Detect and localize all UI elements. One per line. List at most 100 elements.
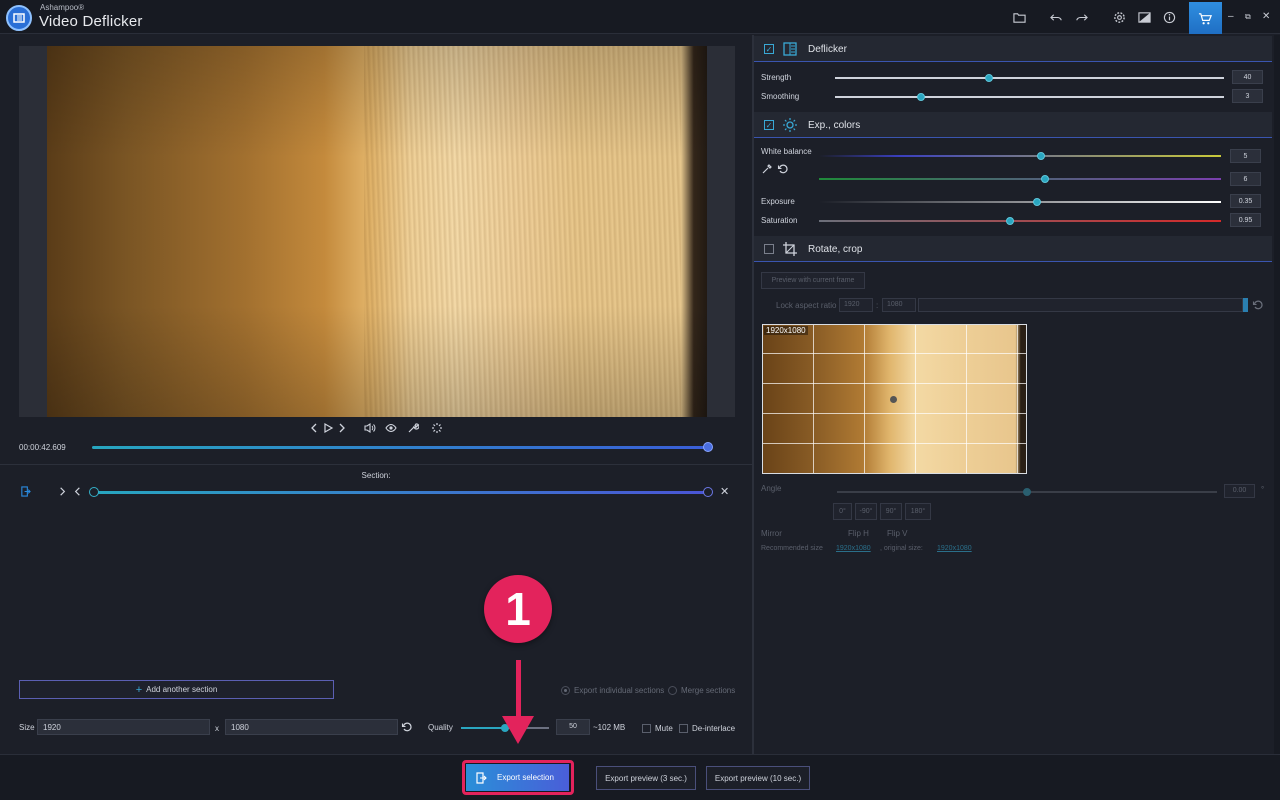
section-end-handle[interactable] — [703, 487, 713, 497]
prev-frame-icon[interactable] — [307, 421, 321, 435]
export-section-icon[interactable] — [19, 485, 31, 497]
minimize-icon[interactable]: – — [1228, 11, 1234, 22]
close-icon[interactable]: ✕ — [1262, 11, 1270, 22]
section-range-slider[interactable] — [89, 487, 713, 497]
angle-90-button[interactable]: 90° — [880, 503, 902, 520]
eye-icon[interactable] — [384, 421, 398, 435]
angle-label: Angle — [761, 484, 782, 493]
deflicker-icon — [782, 41, 798, 57]
reset-crop-icon[interactable] — [1251, 298, 1265, 312]
mute-label: Mute — [655, 724, 673, 733]
redo-icon[interactable] — [1073, 9, 1089, 25]
deflicker-header[interactable]: ✓ Deflicker — [754, 36, 1272, 62]
timeline-handle[interactable] — [703, 442, 713, 452]
video-frame — [47, 46, 707, 417]
settings-pane: ✓ Deflicker Strength 40 Smoothing 3 ✓ Ex… — [754, 35, 1274, 754]
recommended-size-link[interactable]: 1920x1080 — [836, 545, 871, 552]
aspect-width-input[interactable]: 1920 — [839, 298, 873, 312]
angle-0-button[interactable]: 0° — [833, 503, 852, 520]
rotate-header[interactable]: Rotate, crop — [754, 236, 1272, 262]
strength-slider[interactable] — [835, 74, 1224, 82]
size-label: Size — [19, 723, 35, 732]
set-end-icon[interactable] — [71, 485, 83, 497]
height-input[interactable]: 1080 — [225, 719, 398, 735]
merge-sections-radio[interactable] — [668, 686, 677, 695]
white-balance-tint-slider[interactable] — [819, 175, 1221, 183]
eyedropper-icon[interactable] — [760, 162, 774, 176]
exposure-slider[interactable] — [819, 198, 1221, 206]
wrench-icon[interactable] — [406, 421, 420, 435]
play-icon[interactable] — [321, 421, 335, 435]
saturation-handle[interactable] — [1006, 217, 1014, 225]
sun-icon — [782, 117, 798, 133]
wb-temp-value[interactable]: 5 — [1230, 149, 1261, 163]
add-section-label: Add another section — [146, 685, 218, 694]
aspect-preset-select[interactable] — [918, 298, 1243, 312]
info-icon[interactable] — [1161, 9, 1177, 25]
angle-180-button[interactable]: 180° — [905, 503, 931, 520]
exposure-header[interactable]: ✓ Exp., colors — [754, 112, 1272, 138]
add-section-button[interactable]: + Add another section — [19, 680, 334, 699]
flip-v-button[interactable]: Flip V — [887, 529, 907, 538]
angle-slider[interactable] — [837, 488, 1217, 496]
angle-value[interactable]: 0.00 — [1224, 484, 1255, 498]
reset-wb-icon[interactable] — [776, 162, 790, 176]
original-size-link[interactable]: 1920x1080 — [937, 545, 972, 552]
aspect-height-input[interactable]: 1080 — [882, 298, 916, 312]
deinterlace-checkbox[interactable] — [679, 724, 688, 733]
white-balance-label: White balance — [761, 147, 812, 156]
angle-handle[interactable] — [1023, 488, 1031, 496]
compare-icon[interactable] — [1136, 9, 1152, 25]
mute-checkbox[interactable] — [642, 724, 651, 733]
settings-scrollbar[interactable] — [1274, 35, 1280, 754]
restore-icon[interactable]: ⧉ — [1245, 12, 1251, 22]
smoothing-handle[interactable] — [917, 93, 925, 101]
merge-sections-option[interactable]: Merge sections — [668, 686, 735, 695]
rotate-checkbox[interactable] — [764, 244, 774, 254]
aspect-colon: : — [876, 301, 879, 310]
saturation-value[interactable]: 0.95 — [1230, 213, 1261, 227]
reset-size-icon[interactable] — [400, 720, 414, 734]
deflicker-checkbox[interactable]: ✓ — [764, 44, 774, 54]
smoothing-label: Smoothing — [761, 92, 800, 101]
cart-button[interactable] — [1189, 2, 1222, 34]
flip-h-button[interactable]: Flip H — [848, 529, 869, 538]
smoothing-value[interactable]: 3 — [1232, 89, 1263, 103]
next-frame-icon[interactable] — [335, 421, 349, 435]
aspect-dropdown-handle[interactable] — [1243, 298, 1248, 312]
strength-handle[interactable] — [985, 74, 993, 82]
width-input[interactable]: 1920 — [37, 719, 210, 735]
exposure-value[interactable]: 0.35 — [1230, 194, 1261, 208]
folder-icon[interactable] — [1011, 9, 1027, 25]
export-preview-10-button[interactable]: Export preview (10 sec.) — [706, 766, 810, 790]
tutorial-arrow-shaft — [516, 660, 521, 722]
estimated-filesize: ~102 MB — [593, 723, 626, 732]
playback-timeline[interactable] — [92, 442, 713, 452]
exposure-handle[interactable] — [1033, 198, 1041, 206]
angle-minus90-button[interactable]: -90° — [855, 503, 877, 520]
crop-center-handle[interactable] — [890, 396, 897, 403]
export-preview-3-button[interactable]: Export preview (3 sec.) — [596, 766, 696, 790]
wb-temp-handle[interactable] — [1037, 152, 1045, 160]
exposure-checkbox[interactable]: ✓ — [764, 120, 774, 130]
wb-tint-handle[interactable] — [1041, 175, 1049, 183]
strength-value[interactable]: 40 — [1232, 70, 1263, 84]
app-logo-icon — [6, 5, 32, 31]
export-individual-option[interactable]: Export individual sections — [561, 686, 664, 695]
saturation-slider[interactable] — [819, 217, 1221, 225]
gear-icon[interactable] — [1111, 9, 1127, 25]
preview-current-frame-button[interactable]: Preview with current frame — [761, 272, 865, 289]
remove-section-icon[interactable]: ✕ — [720, 485, 729, 498]
undo-icon[interactable] — [1048, 9, 1064, 25]
volume-icon[interactable] — [363, 421, 377, 435]
exposure-title: Exp., colors — [808, 120, 861, 131]
smoothing-slider[interactable] — [835, 93, 1224, 101]
white-balance-temp-slider[interactable] — [819, 152, 1221, 160]
section-start-handle[interactable] — [89, 487, 99, 497]
set-start-icon[interactable] — [56, 485, 68, 497]
quality-input[interactable]: 50 — [556, 719, 590, 735]
crop-preview[interactable]: 1920x1080 — [762, 324, 1027, 474]
section-label: Section: — [361, 471, 391, 480]
export-individual-radio[interactable] — [561, 686, 570, 695]
wb-tint-value[interactable]: 6 — [1230, 172, 1261, 186]
